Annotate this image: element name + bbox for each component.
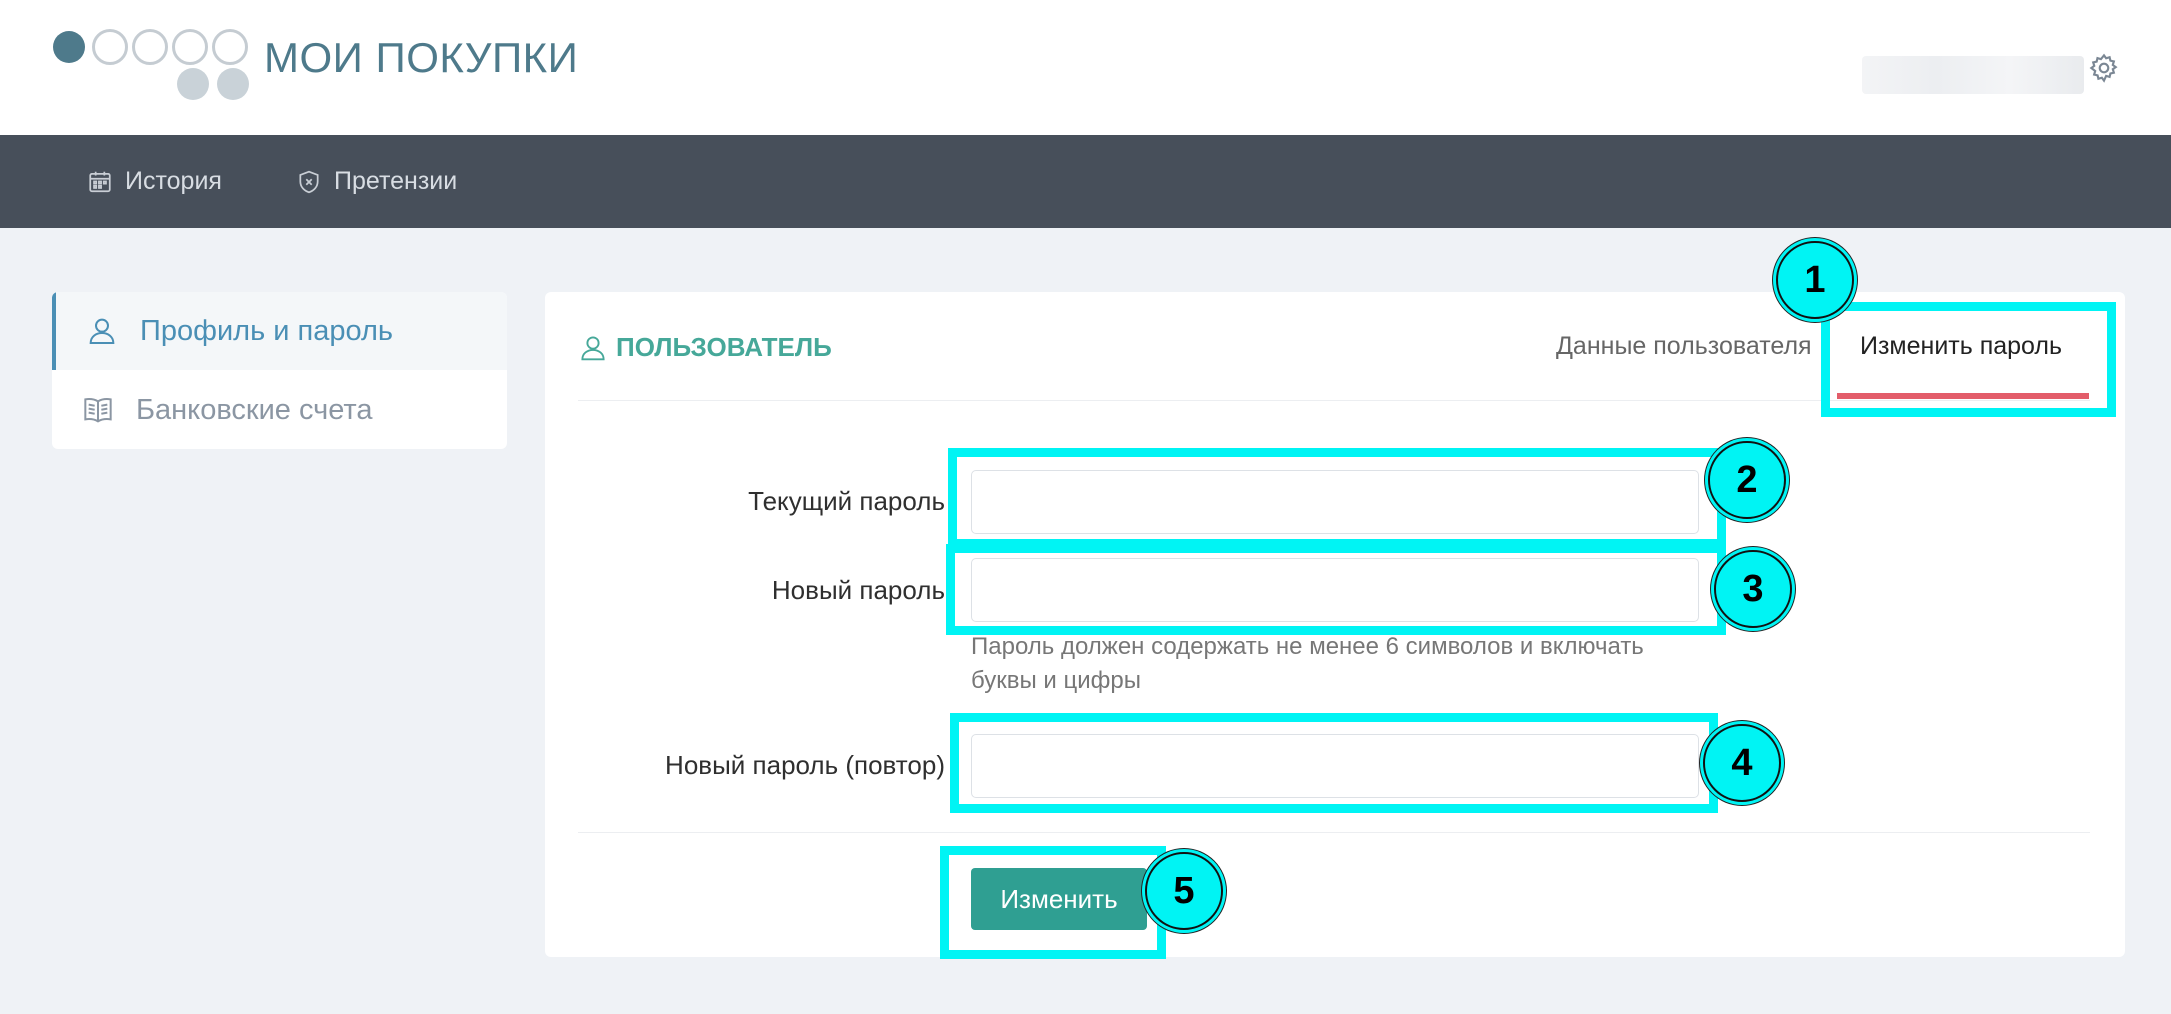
annotation-badge-1: 1 bbox=[1776, 241, 1854, 319]
annotation-badge-5: 5 bbox=[1145, 852, 1223, 930]
circles-logo-icon bbox=[50, 26, 260, 102]
nav-item-history[interactable]: История bbox=[87, 135, 222, 228]
user-name-blurred[interactable] bbox=[1862, 56, 2084, 94]
password-hint: Пароль должен содержать не менее 6 симво… bbox=[971, 633, 1644, 694]
repeat-password-input[interactable] bbox=[971, 734, 1699, 798]
repeat-password-label: Новый пароль (повтор) bbox=[665, 750, 945, 780]
shield-icon bbox=[299, 170, 319, 193]
new-password-label: Новый пароль bbox=[771, 575, 945, 605]
tab-user-data[interactable]: Данные пользователя bbox=[1556, 332, 1812, 361]
new-password-input[interactable] bbox=[971, 558, 1699, 622]
tab-change-password[interactable]: Изменить пароль bbox=[1860, 332, 2062, 361]
user-settings-card: ПОЛЬЗОВАТЕЛЬ Данные пользователя Изменит… bbox=[545, 292, 2125, 957]
current-password-label: Текущий пароль bbox=[748, 486, 945, 516]
app-title[interactable]: МОИ ПОКУПКИ bbox=[264, 34, 578, 82]
annotation-badge-4: 4 bbox=[1703, 724, 1781, 802]
app-header: МОИ ПОКУПКИ bbox=[0, 0, 2171, 135]
current-password-input[interactable] bbox=[971, 470, 1699, 534]
annotation-badge-3: 3 bbox=[1714, 550, 1792, 628]
sidebar-item-label: Профиль и пароль bbox=[140, 314, 393, 347]
card-title-text: ПОЛЬЗОВАТЕЛЬ bbox=[616, 332, 832, 362]
user-icon bbox=[581, 335, 605, 360]
change-password-button[interactable]: Изменить bbox=[971, 868, 1147, 930]
nav-item-label: Претензии bbox=[334, 167, 458, 195]
sidebar-item-bank-accounts[interactable]: Банковские счета bbox=[52, 371, 507, 449]
user-icon bbox=[89, 318, 115, 344]
sidebar-item-label: Банковские счета bbox=[136, 393, 373, 426]
nav-item-label: История bbox=[125, 167, 222, 195]
sidebar-item-profile-password[interactable]: Профиль и пароль bbox=[52, 292, 507, 370]
header-divider bbox=[578, 400, 2090, 401]
calendar-icon bbox=[89, 171, 111, 192]
active-tab-indicator bbox=[1837, 393, 2089, 399]
form-divider bbox=[578, 832, 2090, 833]
gear-icon[interactable] bbox=[2088, 52, 2120, 84]
nav-item-claims[interactable]: Претензии bbox=[296, 135, 457, 228]
main-navbar: История Претензии bbox=[0, 135, 2171, 228]
annotation-badge-2: 2 bbox=[1708, 441, 1786, 519]
settings-sidebar: Профиль и пароль Банковские счета bbox=[52, 292, 507, 449]
card-title: ПОЛЬЗОВАТЕЛЬ bbox=[578, 332, 832, 363]
book-icon bbox=[84, 398, 112, 423]
